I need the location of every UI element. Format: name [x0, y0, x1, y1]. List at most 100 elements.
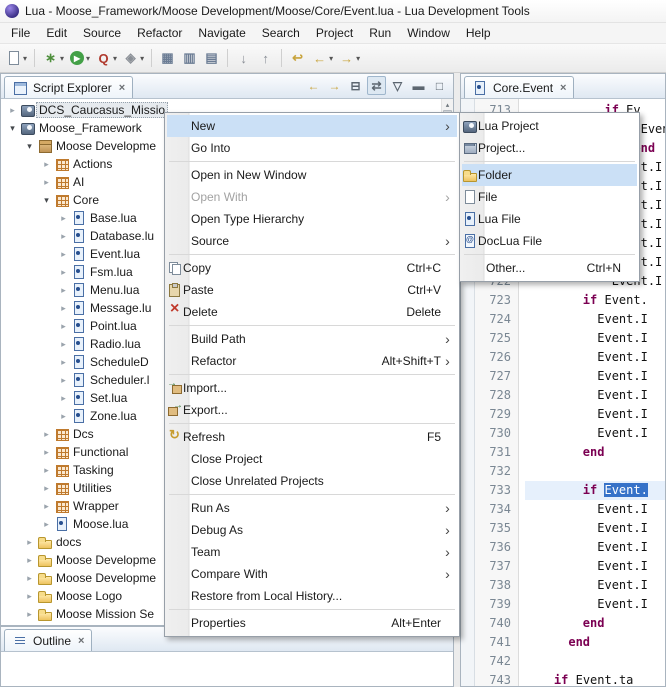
- menubar-item-project[interactable]: Project: [308, 24, 361, 42]
- menubar-item-help[interactable]: Help: [458, 24, 499, 42]
- expand-arrow-icon[interactable]: ▸: [56, 303, 71, 314]
- code-line-739[interactable]: Event.I: [525, 595, 665, 614]
- forward-icon[interactable]: →: [325, 76, 344, 95]
- collapse-arrow-icon[interactable]: ▾: [39, 195, 54, 206]
- menu-item-close-project[interactable]: Close Project: [167, 448, 457, 470]
- dropdown-arrow-icon[interactable]: ▾: [356, 54, 360, 63]
- code-line-733[interactable]: if Event.: [525, 481, 665, 500]
- dropdown-arrow-icon[interactable]: ▾: [329, 54, 333, 63]
- menu-item-lua-project[interactable]: Lua Project: [462, 115, 637, 137]
- expand-arrow-icon[interactable]: ▸: [56, 339, 71, 350]
- expand-arrow-icon[interactable]: ▸: [56, 267, 71, 278]
- maximize-icon[interactable]: □: [430, 76, 449, 95]
- dropdown-arrow-icon[interactable]: ▾: [113, 54, 117, 63]
- code-line-725[interactable]: Event.I: [525, 329, 665, 348]
- tab-outline[interactable]: Outline ×: [4, 629, 92, 651]
- expand-arrow-icon[interactable]: ▸: [39, 519, 54, 530]
- code-line-728[interactable]: Event.I: [525, 386, 665, 405]
- menu-item-team[interactable]: Team›: [167, 541, 457, 563]
- menu-item-new[interactable]: New›: [167, 115, 457, 137]
- minimize-icon[interactable]: ▬: [409, 76, 428, 95]
- code-line-724[interactable]: Event.I: [525, 310, 665, 329]
- menubar-item-file[interactable]: File: [3, 24, 38, 42]
- code-line-740[interactable]: end: [525, 614, 665, 633]
- expand-arrow-icon[interactable]: ▸: [39, 483, 54, 494]
- expand-arrow-icon[interactable]: ▸: [5, 105, 20, 116]
- code-line-734[interactable]: Event.I: [525, 500, 665, 519]
- toolbar-last-edit-location-button[interactable]: ↩: [287, 46, 308, 70]
- toolbar-new-wizard-button[interactable]: ▾: [4, 46, 29, 70]
- toolbar-run-button[interactable]: ▶▾: [67, 46, 92, 70]
- expand-arrow-icon[interactable]: ▸: [56, 285, 71, 296]
- menu-item-compare-with[interactable]: Compare With›: [167, 563, 457, 585]
- code-line-729[interactable]: Event.I: [525, 405, 665, 424]
- expand-arrow-icon[interactable]: ▸: [39, 159, 54, 170]
- menubar-item-run[interactable]: Run: [361, 24, 399, 42]
- menu-item-properties[interactable]: PropertiesAlt+Enter: [167, 612, 457, 634]
- menubar-item-window[interactable]: Window: [399, 24, 458, 42]
- toolbar-show-view-2-button[interactable]: ▥: [179, 46, 200, 70]
- code-line-731[interactable]: end: [525, 443, 665, 462]
- toolbar-show-view-3-button[interactable]: ▤: [201, 46, 222, 70]
- expand-arrow-icon[interactable]: ▸: [56, 357, 71, 368]
- menu-item-restore-from-local-history[interactable]: Restore from Local History...: [167, 585, 457, 607]
- back-icon[interactable]: ←: [304, 76, 323, 95]
- toolbar-debug-button[interactable]: ∗▾: [40, 46, 66, 70]
- menubar-item-navigate[interactable]: Navigate: [190, 24, 253, 42]
- expand-arrow-icon[interactable]: ▸: [56, 213, 71, 224]
- close-icon[interactable]: ×: [78, 635, 84, 647]
- menu-item-export[interactable]: Export...: [167, 399, 457, 421]
- menu-item-import[interactable]: Import...: [167, 377, 457, 399]
- code-line-735[interactable]: Event.I: [525, 519, 665, 538]
- menu-item-folder[interactable]: Folder: [462, 164, 637, 186]
- menu-item-debug-as[interactable]: Debug As›: [167, 519, 457, 541]
- menu-item-close-unrelated-projects[interactable]: Close Unrelated Projects: [167, 470, 457, 492]
- dropdown-arrow-icon[interactable]: ▾: [140, 54, 144, 63]
- code-line-727[interactable]: Event.I: [525, 367, 665, 386]
- menu-item-run-as[interactable]: Run As›: [167, 497, 457, 519]
- menu-item-source[interactable]: Source›: [167, 230, 457, 252]
- menu-item-refresh[interactable]: RefreshF5: [167, 426, 457, 448]
- collapse-all-icon[interactable]: ⊟: [346, 76, 365, 95]
- toolbar-external-tools-button[interactable]: ◈▾: [120, 46, 146, 70]
- collapse-arrow-icon[interactable]: ▾: [5, 123, 20, 134]
- expand-arrow-icon[interactable]: ▸: [56, 321, 71, 332]
- expand-arrow-icon[interactable]: ▸: [22, 591, 37, 602]
- code-line-738[interactable]: Event.I: [525, 576, 665, 595]
- toolbar-next-annotation-button[interactable]: ↓: [233, 46, 254, 70]
- menu-item-paste[interactable]: PasteCtrl+V: [167, 279, 457, 301]
- expand-arrow-icon[interactable]: ▸: [39, 177, 54, 188]
- expand-arrow-icon[interactable]: ▸: [22, 609, 37, 620]
- expand-arrow-icon[interactable]: ▸: [39, 447, 54, 458]
- expand-arrow-icon[interactable]: ▸: [56, 231, 71, 242]
- expand-arrow-icon[interactable]: ▸: [22, 573, 37, 584]
- toolbar-show-view-1-button[interactable]: ▦: [157, 46, 178, 70]
- tab-script-explorer[interactable]: Script Explorer ×: [4, 76, 133, 98]
- code-line-732[interactable]: [525, 462, 665, 481]
- code-line-737[interactable]: Event.I: [525, 557, 665, 576]
- code-line-726[interactable]: Event.I: [525, 348, 665, 367]
- code-line-736[interactable]: Event.I: [525, 538, 665, 557]
- collapse-arrow-icon[interactable]: ▾: [22, 141, 37, 152]
- menubar-item-refactor[interactable]: Refactor: [129, 24, 190, 42]
- menu-item-refactor[interactable]: RefactorAlt+Shift+T›: [167, 350, 457, 372]
- menubar-item-source[interactable]: Source: [75, 24, 129, 42]
- expand-arrow-icon[interactable]: ▸: [56, 375, 71, 386]
- code-line-741[interactable]: end: [525, 633, 665, 652]
- expand-arrow-icon[interactable]: ▸: [56, 249, 71, 260]
- menu-item-doclua-file[interactable]: DocLua File: [462, 230, 637, 252]
- menu-item-file[interactable]: File: [462, 186, 637, 208]
- dropdown-arrow-icon[interactable]: ▾: [86, 54, 90, 63]
- code-line-742[interactable]: [525, 652, 665, 671]
- dropdown-arrow-icon[interactable]: ▾: [23, 54, 27, 63]
- menu-item-copy[interactable]: CopyCtrl+C: [167, 257, 457, 279]
- menubar-item-edit[interactable]: Edit: [38, 24, 75, 42]
- menu-item-project[interactable]: Project...: [462, 137, 637, 159]
- code-line-730[interactable]: Event.I: [525, 424, 665, 443]
- link-with-editor-icon[interactable]: ⇄: [367, 76, 386, 95]
- toolbar-back-button[interactable]: ←▾: [309, 46, 335, 70]
- expand-arrow-icon[interactable]: ▸: [39, 465, 54, 476]
- close-icon[interactable]: ×: [119, 82, 125, 94]
- tab-core-event[interactable]: Core.Event ×: [464, 76, 574, 98]
- menubar-item-search[interactable]: Search: [254, 24, 308, 42]
